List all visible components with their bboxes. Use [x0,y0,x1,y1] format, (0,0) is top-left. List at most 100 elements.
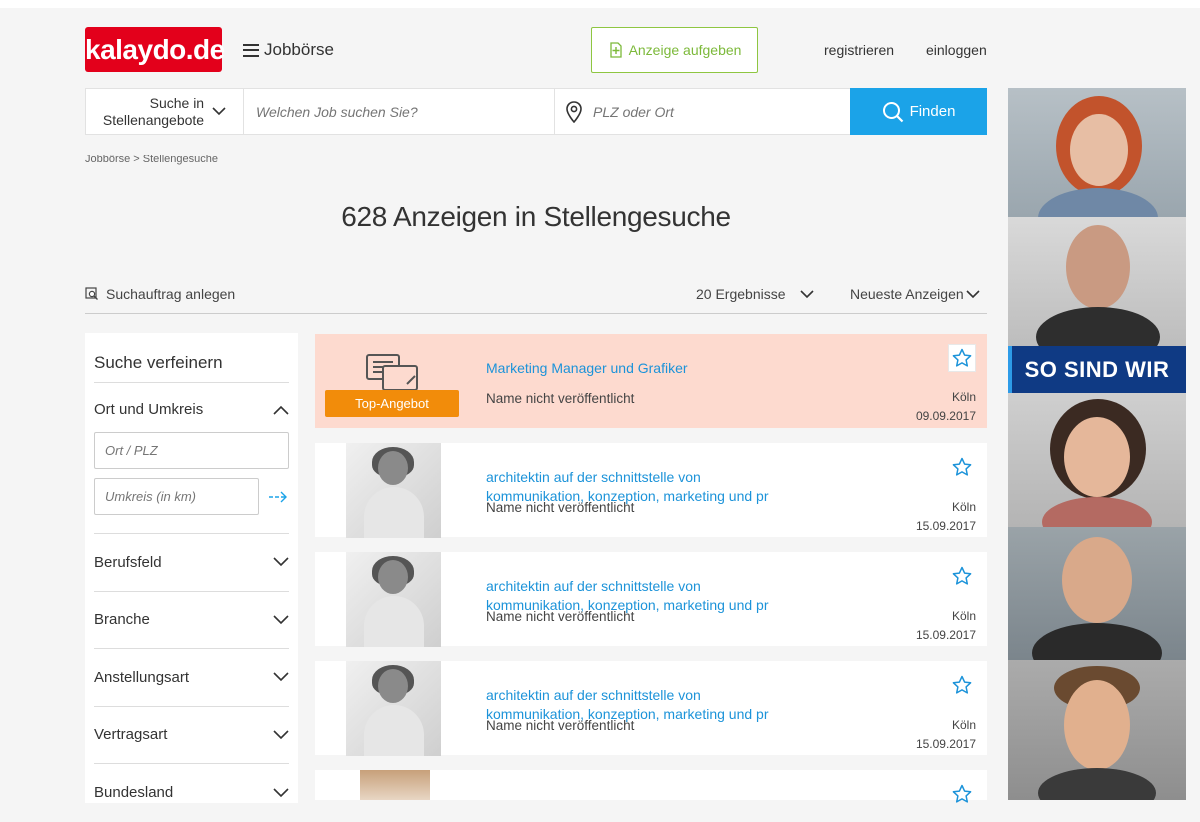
listing-city: Köln [951,718,976,732]
post-ad-label: Anzeige aufgeben [628,42,742,58]
find-button-label: Finden [909,103,956,120]
filter-bundesland[interactable]: Bundesland [94,764,289,822]
star-icon [952,784,972,803]
jobboerse-menu[interactable]: Jobbörse [243,38,334,62]
site-logo[interactable]: kalaydo.de [85,27,225,72]
listing-city: Köln [951,500,976,514]
listing-item[interactable]: architektin auf der schnittstelle von kom… [315,552,987,647]
listing-author: Name nicht veröffentlicht [486,718,635,733]
hamburger-icon [243,43,259,57]
star-icon [952,457,972,476]
filter-location-input[interactable] [94,432,289,469]
jobboerse-menu-label: Jobbörse [264,40,334,59]
sort-order-value: Neueste Anzeigen [850,286,964,302]
star-icon [952,675,972,694]
ad-accent-stripe [1008,346,1012,393]
chevron-down-icon [273,672,289,682]
favorite-button[interactable] [948,671,976,699]
ad-photo [1008,217,1186,367]
chevron-down-icon [273,788,289,797]
listing-date: 15.09.2017 [915,737,976,751]
ad-photo [1008,393,1186,547]
job-search-input[interactable] [244,89,555,134]
listing-date: 15.09.2017 [915,628,976,642]
listing-item[interactable] [315,770,987,803]
results-per-page-select[interactable]: 20 Ergebnisse [696,286,814,302]
listing-photo [346,661,441,756]
post-ad-button[interactable]: Anzeige aufgeben [591,27,758,73]
ad-photo [1008,527,1186,683]
search-scope-select[interactable]: Suche in Stellenangebote [86,89,244,134]
register-link[interactable]: registrieren [824,42,894,58]
create-search-alert-link[interactable]: Suchauftrag anlegen [85,286,235,302]
add-document-icon [609,42,622,58]
search-scope-line2: Stellenangebote [102,111,205,128]
listing-date: 09.09.2017 [915,409,976,423]
page-title: 628 Anzeigen in Stellengesuche [341,201,731,232]
listing-photo [346,552,441,647]
chevron-down-icon [273,730,289,739]
filter-bundesland-label: Bundesland [94,784,174,802]
listing-author: Name nicht veröffentlicht [486,391,635,406]
star-icon [952,348,972,367]
chevron-down-icon [273,615,289,624]
filter-location-section: Ort und Umkreis [94,383,289,534]
filter-vertragsart[interactable]: Vertragsart [94,707,289,764]
listing-author: Name nicht veröffentlicht [486,500,635,515]
favorite-button[interactable] [948,562,976,590]
filter-anstellungsart[interactable]: Anstellungsart [94,649,289,707]
search-alert-icon [85,287,98,300]
results-per-page-value: 20 Ergebnisse [696,286,786,302]
create-search-alert-label: Suchauftrag anlegen [106,286,236,302]
top-strip [0,0,1200,8]
ad-banner-text: SO SIND WIR [1008,346,1186,393]
favorite-button[interactable] [948,344,976,372]
location-pin-icon [566,100,582,123]
chevron-down-icon [966,289,980,298]
filter-sidebar: Suche verfeinern Ort und Umkreis Berufsf… [85,333,298,803]
listing-city: Köln [951,609,976,623]
listing-placeholder-icon [366,354,418,391]
listing-date: 15.09.2017 [915,519,976,533]
arrow-right-icon[interactable] [268,491,288,503]
favorite-button[interactable] [948,453,976,481]
login-link[interactable]: einloggen [926,42,987,58]
filter-sidebar-title: Suche verfeinern [94,333,289,383]
filter-berufsfeld-label: Berufsfeld [94,553,162,571]
filter-radius-row [94,478,289,515]
listing-photo [346,443,441,538]
breadcrumb[interactable]: Jobbörse > Stellengesuche [85,155,218,167]
sort-order-select[interactable]: Neueste Anzeigen [850,286,980,302]
filter-vertragsart-label: Vertragsart [94,726,168,744]
filter-radius-input[interactable] [94,478,259,515]
ad-photo [1008,660,1186,800]
ad-photo [1008,88,1186,248]
filter-anstellungsart-label: Anstellungsart [94,668,190,686]
filter-branche-label: Branche [94,611,150,629]
listing-city: Köln [951,390,976,404]
listing-title[interactable]: Marketing Manager und Grafiker [486,359,786,378]
listing-item[interactable]: architektin auf der schnittstelle von kom… [315,443,987,538]
chevron-up-icon [273,405,289,415]
filter-location-label: Ort und Umkreis [94,401,204,418]
side-advertisement[interactable]: SO SIND WIR [1008,88,1186,800]
location-input[interactable] [583,103,851,120]
filter-location-toggle[interactable]: Ort und Umkreis [94,401,289,418]
listing-item[interactable]: architektin auf der schnittstelle von kom… [315,661,987,756]
chevron-down-icon [799,289,814,298]
search-scope-line1: Suche in [149,94,205,111]
star-icon [952,566,972,585]
top-offer-badge: Top-Angebot [325,390,459,417]
filter-branche[interactable]: Branche [94,592,289,649]
chevron-down-icon [212,107,226,116]
results-toolbar: Suchauftrag anlegen 20 Ergebnisse Neuest… [85,284,987,314]
filter-berufsfeld[interactable]: Berufsfeld [94,534,289,592]
favorite-button[interactable] [948,780,976,808]
listing-author: Name nicht veröffentlicht [486,609,635,624]
listing-photo [360,770,430,800]
listing-item[interactable]: Top-Angebot Marketing Manager und Grafik… [315,334,987,428]
find-button[interactable]: Finden [850,88,987,135]
chevron-down-icon [273,557,289,567]
location-field-wrap [555,89,851,134]
search-icon [882,101,903,122]
